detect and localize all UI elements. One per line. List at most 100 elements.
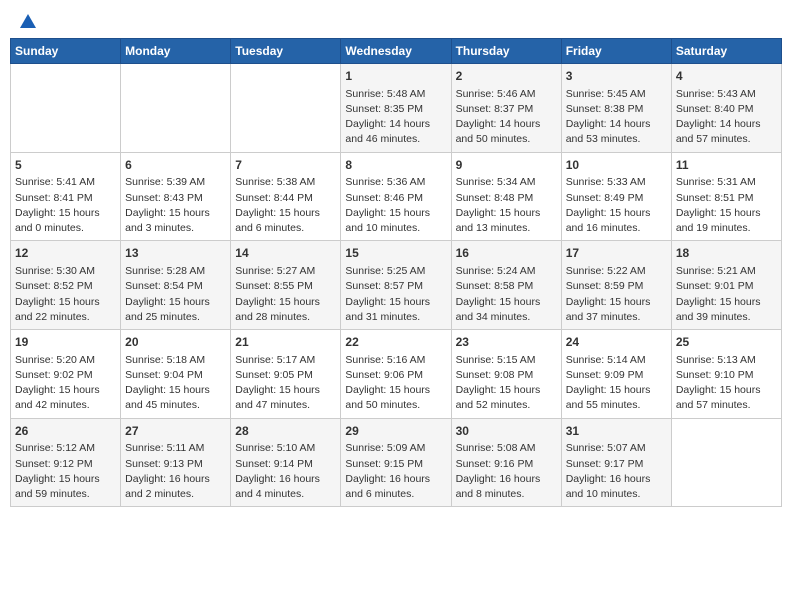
day-number: 8 [345, 157, 446, 174]
day-number: 20 [125, 334, 226, 351]
day-info: Sunrise: 5:09 AM Sunset: 9:15 PM Dayligh… [345, 441, 446, 502]
day-info: Sunrise: 5:28 AM Sunset: 8:54 PM Dayligh… [125, 264, 226, 325]
calendar-week-row: 19 Sunrise: 5:20 AM Sunset: 9:02 PM Dayli… [11, 330, 782, 419]
day-number: 2 [456, 68, 557, 85]
day-number: 3 [566, 68, 667, 85]
calendar-cell: 17 Sunrise: 5:22 AM Sunset: 8:59 PM Dayli… [561, 241, 671, 330]
calendar-week-row: 5Sunrise: 5:41 AM Sunset: 8:41 PM Daylig… [11, 152, 782, 241]
calendar-cell: 28Sunrise: 5:10 AM Sunset: 9:14 PM Dayli… [231, 418, 341, 507]
day-number: 19 [15, 334, 116, 351]
day-number: 11 [676, 157, 777, 174]
calendar-cell: 14Sunrise: 5:27 AM Sunset: 8:55 PM Dayli… [231, 241, 341, 330]
calendar-cell: 5Sunrise: 5:41 AM Sunset: 8:41 PM Daylig… [11, 152, 121, 241]
calendar-cell: 23 Sunrise: 5:15 AM Sunset: 9:08 PM Dayli… [451, 330, 561, 419]
day-info: Sunrise: 5:24 AM Sunset: 8:58 PM Dayligh… [456, 264, 557, 325]
day-number: 12 [15, 245, 116, 262]
calendar-cell: 7Sunrise: 5:38 AM Sunset: 8:44 PM Daylig… [231, 152, 341, 241]
day-header-monday: Monday [121, 39, 231, 64]
calendar-week-row: 26Sunrise: 5:12 AM Sunset: 9:12 PM Dayli… [11, 418, 782, 507]
calendar-cell: 9Sunrise: 5:34 AM Sunset: 8:48 PM Daylig… [451, 152, 561, 241]
day-number: 4 [676, 68, 777, 85]
day-header-wednesday: Wednesday [341, 39, 451, 64]
day-info: Sunrise: 5:12 AM Sunset: 9:12 PM Dayligh… [15, 441, 116, 502]
day-number: 26 [15, 423, 116, 440]
day-info: Sunrise: 5:25 AM Sunset: 8:57 PM Dayligh… [345, 264, 446, 325]
calendar-cell [671, 418, 781, 507]
day-info: Sunrise: 5:46 AM Sunset: 8:37 PM Dayligh… [456, 87, 557, 148]
day-number: 31 [566, 423, 667, 440]
day-header-thursday: Thursday [451, 39, 561, 64]
calendar-cell: 26Sunrise: 5:12 AM Sunset: 9:12 PM Dayli… [11, 418, 121, 507]
day-info: Sunrise: 5:36 AM Sunset: 8:46 PM Dayligh… [345, 175, 446, 236]
calendar-cell [11, 64, 121, 153]
day-number: 22 [345, 334, 446, 351]
day-info: Sunrise: 5:17 AM Sunset: 9:05 PM Dayligh… [235, 353, 336, 414]
calendar-cell: 3 Sunrise: 5:45 AM Sunset: 8:38 PM Daylig… [561, 64, 671, 153]
day-info: Sunrise: 5:39 AM Sunset: 8:43 PM Dayligh… [125, 175, 226, 236]
day-info: Sunrise: 5:20 AM Sunset: 9:02 PM Dayligh… [15, 353, 116, 414]
calendar-header-row: SundayMondayTuesdayWednesdayThursdayFrid… [11, 39, 782, 64]
day-number: 7 [235, 157, 336, 174]
day-info: Sunrise: 5:22 AM Sunset: 8:59 PM Dayligh… [566, 264, 667, 325]
day-info: Sunrise: 5:33 AM Sunset: 8:49 PM Dayligh… [566, 175, 667, 236]
calendar-cell: 8Sunrise: 5:36 AM Sunset: 8:46 PM Daylig… [341, 152, 451, 241]
day-number: 21 [235, 334, 336, 351]
calendar-cell: 2 Sunrise: 5:46 AM Sunset: 8:37 PM Daylig… [451, 64, 561, 153]
page-header [10, 10, 782, 32]
day-info: Sunrise: 5:18 AM Sunset: 9:04 PM Dayligh… [125, 353, 226, 414]
calendar-cell: 13 Sunrise: 5:28 AM Sunset: 8:54 PM Dayli… [121, 241, 231, 330]
calendar-week-row: 12 Sunrise: 5:30 AM Sunset: 8:52 PM Dayli… [11, 241, 782, 330]
logo-triangle-icon [20, 14, 36, 28]
day-number: 13 [125, 245, 226, 262]
day-number: 6 [125, 157, 226, 174]
day-info: Sunrise: 5:07 AM Sunset: 9:17 PM Dayligh… [566, 441, 667, 502]
calendar-cell: 21 Sunrise: 5:17 AM Sunset: 9:05 PM Dayli… [231, 330, 341, 419]
day-info: Sunrise: 5:48 AM Sunset: 8:35 PM Dayligh… [345, 87, 446, 148]
day-number: 10 [566, 157, 667, 174]
calendar-cell: 16Sunrise: 5:24 AM Sunset: 8:58 PM Dayli… [451, 241, 561, 330]
calendar-cell: 25 Sunrise: 5:13 AM Sunset: 9:10 PM Dayli… [671, 330, 781, 419]
day-number: 17 [566, 245, 667, 262]
day-info: Sunrise: 5:14 AM Sunset: 9:09 PM Dayligh… [566, 353, 667, 414]
day-info: Sunrise: 5:30 AM Sunset: 8:52 PM Dayligh… [15, 264, 116, 325]
day-number: 5 [15, 157, 116, 174]
calendar-cell: 15 Sunrise: 5:25 AM Sunset: 8:57 PM Dayli… [341, 241, 451, 330]
day-number: 14 [235, 245, 336, 262]
calendar-cell: 18 Sunrise: 5:21 AM Sunset: 9:01 PM Dayli… [671, 241, 781, 330]
day-info: Sunrise: 5:10 AM Sunset: 9:14 PM Dayligh… [235, 441, 336, 502]
day-info: Sunrise: 5:31 AM Sunset: 8:51 PM Dayligh… [676, 175, 777, 236]
calendar-cell: 20 Sunrise: 5:18 AM Sunset: 9:04 PM Dayli… [121, 330, 231, 419]
day-info: Sunrise: 5:38 AM Sunset: 8:44 PM Dayligh… [235, 175, 336, 236]
day-info: Sunrise: 5:15 AM Sunset: 9:08 PM Dayligh… [456, 353, 557, 414]
day-info: Sunrise: 5:41 AM Sunset: 8:41 PM Dayligh… [15, 175, 116, 236]
day-number: 15 [345, 245, 446, 262]
day-info: Sunrise: 5:13 AM Sunset: 9:10 PM Dayligh… [676, 353, 777, 414]
calendar-cell: 27Sunrise: 5:11 AM Sunset: 9:13 PM Dayli… [121, 418, 231, 507]
logo [18, 14, 36, 28]
day-number: 1 [345, 68, 446, 85]
day-number: 9 [456, 157, 557, 174]
day-header-tuesday: Tuesday [231, 39, 341, 64]
calendar-cell: 29Sunrise: 5:09 AM Sunset: 9:15 PM Dayli… [341, 418, 451, 507]
calendar-cell: 24Sunrise: 5:14 AM Sunset: 9:09 PM Dayli… [561, 330, 671, 419]
day-number: 25 [676, 334, 777, 351]
calendar-table: SundayMondayTuesdayWednesdayThursdayFrid… [10, 38, 782, 507]
calendar-cell: 30Sunrise: 5:08 AM Sunset: 9:16 PM Dayli… [451, 418, 561, 507]
calendar-cell: 31Sunrise: 5:07 AM Sunset: 9:17 PM Dayli… [561, 418, 671, 507]
day-number: 27 [125, 423, 226, 440]
day-info: Sunrise: 5:45 AM Sunset: 8:38 PM Dayligh… [566, 87, 667, 148]
calendar-week-row: 1 Sunrise: 5:48 AM Sunset: 8:35 PM Daylig… [11, 64, 782, 153]
calendar-cell: 11Sunrise: 5:31 AM Sunset: 8:51 PM Dayli… [671, 152, 781, 241]
day-info: Sunrise: 5:43 AM Sunset: 8:40 PM Dayligh… [676, 87, 777, 148]
calendar-cell: 12 Sunrise: 5:30 AM Sunset: 8:52 PM Dayli… [11, 241, 121, 330]
day-info: Sunrise: 5:21 AM Sunset: 9:01 PM Dayligh… [676, 264, 777, 325]
day-number: 18 [676, 245, 777, 262]
day-number: 29 [345, 423, 446, 440]
day-header-friday: Friday [561, 39, 671, 64]
calendar-cell: 4 Sunrise: 5:43 AM Sunset: 8:40 PM Daylig… [671, 64, 781, 153]
day-number: 23 [456, 334, 557, 351]
day-info: Sunrise: 5:08 AM Sunset: 9:16 PM Dayligh… [456, 441, 557, 502]
calendar-cell: 1 Sunrise: 5:48 AM Sunset: 8:35 PM Daylig… [341, 64, 451, 153]
day-header-saturday: Saturday [671, 39, 781, 64]
calendar-cell: 10Sunrise: 5:33 AM Sunset: 8:49 PM Dayli… [561, 152, 671, 241]
